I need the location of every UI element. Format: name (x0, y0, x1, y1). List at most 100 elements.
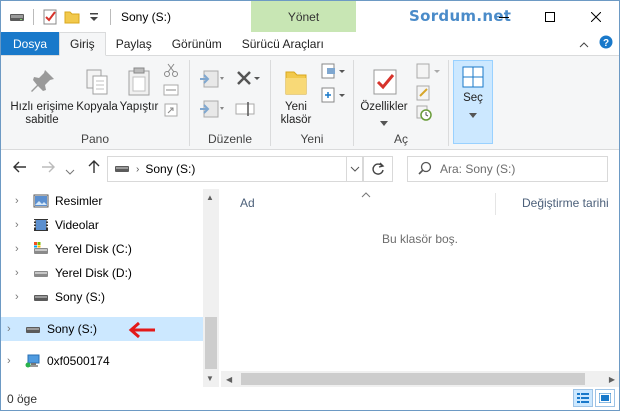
back-arrow-icon[interactable] (13, 160, 27, 179)
tree-item-pictures[interactable]: › Resimler (1, 189, 203, 213)
close-button[interactable] (573, 1, 619, 32)
tab-drive-tools[interactable]: Sürücü Araçları (232, 32, 334, 55)
new-folder-icon[interactable] (64, 9, 80, 25)
scroll-left-icon[interactable]: ◀ (226, 375, 232, 384)
collapse-ribbon-icon[interactable] (579, 37, 589, 51)
expand-chevron-icon[interactable]: › (15, 267, 29, 279)
column-header-name[interactable]: Ad (240, 189, 255, 217)
move-to-button[interactable] (198, 68, 226, 93)
details-view-button[interactable] (573, 389, 593, 407)
recent-locations-chevron-icon[interactable] (65, 163, 75, 181)
delete-button[interactable] (234, 68, 262, 93)
annotation-arrow-icon (127, 320, 157, 343)
minimize-button[interactable] (481, 1, 527, 32)
refresh-button[interactable] (363, 156, 393, 182)
tab-share[interactable]: Paylaş (106, 32, 162, 55)
videos-folder-icon (33, 217, 49, 233)
paste-label: Yapıştır (119, 101, 159, 113)
paste-button[interactable]: Yapıştır (119, 66, 159, 114)
new-item-button[interactable] (319, 62, 347, 85)
ribbon: Hızlı erişime sabitle Kopyala Yapıştır P… (1, 56, 619, 150)
tree-item-sony-s[interactable]: › Sony (S:) (1, 285, 203, 309)
group-open: Özellikler Aç (354, 56, 448, 150)
group-clipboard: Hızlı erişime sabitle Kopyala Yapıştır P… (1, 56, 189, 150)
help-icon[interactable]: ? (599, 35, 613, 52)
scrollbar-thumb[interactable] (241, 373, 585, 385)
select-grid-icon (461, 65, 485, 89)
tree-item-label: Yerel Disk (D:) (55, 266, 132, 280)
chevron-down-icon (350, 166, 360, 172)
tree-item-videos[interactable]: › Videolar (1, 213, 203, 237)
new-item-icon (321, 63, 345, 79)
copy-button[interactable]: Kopyala (75, 66, 119, 114)
history-button[interactable] (414, 104, 434, 125)
column-header-date-modified[interactable]: Değiştirme tarihi (522, 189, 609, 217)
pin-quick-access-button[interactable]: Hızlı erişime sabitle (5, 66, 79, 127)
tree-item-label: Yerel Disk (C:) (55, 242, 132, 256)
paste-icon (123, 66, 155, 98)
copy-path-icon[interactable] (163, 82, 183, 102)
contextual-tab-manage[interactable]: Yönet (251, 1, 356, 32)
expand-chevron-icon[interactable]: › (15, 219, 29, 231)
select-button[interactable]: Seç (453, 60, 493, 144)
edit-button[interactable] (414, 84, 434, 105)
details-view-icon (577, 393, 589, 403)
drive-icon[interactable] (9, 9, 25, 25)
rename-button[interactable] (234, 98, 262, 123)
tab-home[interactable]: Giriş (59, 32, 106, 56)
sort-indicator-icon (361, 187, 371, 201)
expand-chevron-icon[interactable]: › (15, 291, 29, 303)
breadcrumb-current[interactable]: Sony (S:) (145, 162, 195, 176)
new-folder-label: Yeni klasör (280, 101, 312, 126)
large-icons-view-button[interactable] (595, 389, 615, 407)
properties-button[interactable]: Özellikler (356, 66, 412, 130)
customize-qat-icon[interactable] (86, 9, 102, 25)
properties-icon[interactable] (42, 9, 58, 25)
qat-separator-2 (110, 8, 111, 25)
paste-shortcut-icon[interactable] (163, 102, 183, 122)
scroll-up-icon[interactable]: ▲ (206, 193, 214, 202)
new-folder-button[interactable]: Yeni klasör (275, 66, 317, 127)
content-horizontal-scrollbar[interactable]: ◀ ▶ (221, 371, 619, 387)
scrollbar-thumb[interactable] (205, 317, 217, 369)
expand-chevron-icon[interactable]: › (15, 243, 29, 255)
address-dropdown-button[interactable] (346, 156, 364, 182)
tree-item-label: Resimler (55, 194, 103, 208)
drive-icon (114, 160, 130, 179)
forward-arrow-icon[interactable] (41, 160, 55, 179)
expand-chevron-icon[interactable]: › (7, 323, 21, 335)
tab-file[interactable]: Dosya (1, 32, 60, 55)
easy-access-button[interactable] (319, 86, 347, 109)
copy-to-button[interactable] (198, 98, 226, 123)
tree-item-local-disk-c[interactable]: › Yerel Disk (C:) (1, 237, 203, 261)
scroll-right-icon[interactable]: ▶ (609, 375, 615, 384)
tree-item-network[interactable]: › 0xf0500174 (1, 349, 203, 373)
ribbon-tabs: Dosya Giriş Paylaş Görünüm Sürücü Araçla… (1, 32, 619, 56)
open-button[interactable] (414, 62, 442, 85)
cut-icon[interactable] (163, 62, 183, 82)
scroll-down-icon[interactable]: ▼ (206, 374, 214, 383)
properties-label: Özellikler (360, 101, 408, 113)
column-separator[interactable] (495, 193, 496, 215)
nav-pane-scrollbar[interactable]: ▲ ▼ (203, 189, 219, 387)
tree-item-sony-s-selected[interactable]: › Sony (S:) (1, 317, 203, 341)
maximize-button[interactable] (527, 1, 573, 32)
maximize-icon (545, 11, 555, 22)
tab-right-controls: ? (579, 32, 619, 55)
group-label-new: Yeni (300, 132, 324, 146)
search-box[interactable]: Ara: Sony (S:) (407, 156, 608, 182)
breadcrumb-separator-icon[interactable]: › (136, 164, 139, 175)
expand-chevron-icon[interactable]: › (15, 195, 29, 207)
window-title: Sony (S:) (121, 9, 172, 24)
properties-dropdown-icon[interactable] (356, 117, 412, 130)
close-icon (591, 11, 601, 22)
tree-item-local-disk-d[interactable]: › Yerel Disk (D:) (1, 261, 203, 285)
tab-view[interactable]: Görünüm (162, 32, 232, 55)
system-drive-icon (33, 241, 49, 257)
navigation-pane: › Resimler › Videolar › Yerel Disk (C:) … (1, 189, 219, 387)
pictures-folder-icon (33, 193, 49, 209)
up-arrow-icon[interactable] (87, 160, 101, 179)
expand-chevron-icon[interactable]: › (7, 355, 21, 367)
address-bar[interactable]: › Sony (S:) (107, 156, 363, 182)
new-folder-icon (280, 66, 312, 98)
